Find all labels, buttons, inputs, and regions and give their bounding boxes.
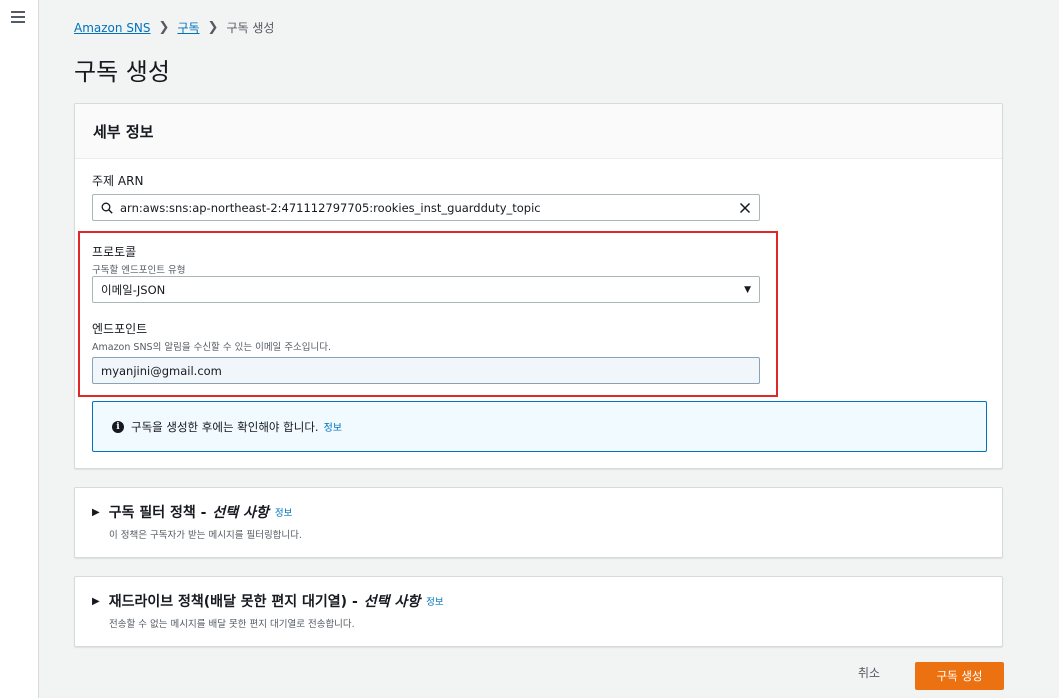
hamburger-menu-icon[interactable] xyxy=(11,11,25,23)
breadcrumb: Amazon SNS ❯ 구독 ❯ 구독 생성 xyxy=(74,19,274,36)
breadcrumb-current: 구독 생성 xyxy=(226,21,275,35)
endpoint-input[interactable]: myanjini@gmail.com xyxy=(92,357,760,384)
topic-arn-value: arn:aws:sns:ap-northeast-2:471112797705:… xyxy=(120,200,541,215)
caret-down-icon[interactable]: ▼ xyxy=(744,285,751,295)
redrive-policy-title: 재드라이브 정책(배달 못한 편지 대기열) - xyxy=(108,594,358,610)
breadcrumb-amazon-sns[interactable]: Amazon SNS xyxy=(74,21,151,35)
topic-arn-input[interactable]: arn:aws:sns:ap-northeast-2:471112797705:… xyxy=(92,194,760,221)
protocol-field: 프로토콜 구독할 엔드포인트 유형 xyxy=(92,243,185,276)
info-icon: i xyxy=(112,420,124,433)
protocol-label: 프로토콜 xyxy=(92,245,137,259)
create-subscription-button[interactable]: 구독 생성 xyxy=(915,662,1004,690)
info-message: 구독을 생성한 후에는 확인해야 합니다. xyxy=(131,419,319,434)
endpoint-description: Amazon SNS의 알림을 수신할 수 있는 이메일 주소입니다. xyxy=(92,342,332,353)
filter-policy-description: 이 정책은 구독자가 받는 메시지를 필터링합니다. xyxy=(109,530,302,541)
endpoint-label: 엔드포인트 xyxy=(92,322,148,336)
filter-policy-info-link[interactable]: 정보 xyxy=(275,505,292,519)
expand-triangle-icon[interactable]: ▶ xyxy=(92,507,100,518)
redrive-policy-description: 전송할 수 없는 메시지를 배달 못한 편지 대기열로 전송합니다. xyxy=(109,619,355,630)
topic-arn-field: 주제 ARN xyxy=(92,172,143,189)
breadcrumb-subscriptions[interactable]: 구독 xyxy=(177,19,199,36)
filter-policy-header[interactable]: ▶ 구독 필터 정책 - 선택 사항 정보 xyxy=(92,502,1002,522)
clear-icon[interactable] xyxy=(739,202,751,214)
redrive-policy-header[interactable]: ▶ 재드라이브 정책(배달 못한 편지 대기열) - 선택 사항 정보 xyxy=(92,591,1002,611)
info-link[interactable]: 정보 xyxy=(324,419,342,434)
details-panel: 세부 정보 주제 ARN arn:aws:sns:ap-northeast-2:… xyxy=(74,103,1003,469)
redrive-policy-panel[interactable]: ▶ 재드라이브 정책(배달 못한 편지 대기열) - 선택 사항 정보 전송할 … xyxy=(74,576,1003,647)
filter-policy-optional: 선택 사항 xyxy=(212,505,269,521)
page-title: 구독 생성 xyxy=(74,58,170,86)
endpoint-field: 엔드포인트 Amazon SNS의 알림을 수신할 수 있는 이메일 주소입니다… xyxy=(92,320,331,353)
filter-policy-title: 구독 필터 정책 - xyxy=(108,505,207,521)
endpoint-value: myanjini@gmail.com xyxy=(101,363,222,378)
search-icon xyxy=(101,202,113,214)
left-sidebar xyxy=(0,0,39,698)
details-heading: 세부 정보 xyxy=(93,122,154,141)
filter-policy-panel[interactable]: ▶ 구독 필터 정책 - 선택 사항 정보 이 정책은 구독자가 받는 메시지를… xyxy=(74,487,1003,558)
protocol-description: 구독할 엔드포인트 유형 xyxy=(92,265,186,276)
protocol-value: 이메일-JSON xyxy=(101,282,166,297)
chevron-right-icon: ❯ xyxy=(158,20,170,35)
details-header: 세부 정보 xyxy=(75,104,1002,159)
info-alert: i 구독을 생성한 후에는 확인해야 합니다. 정보 xyxy=(92,401,987,452)
redrive-policy-info-link[interactable]: 정보 xyxy=(426,594,443,608)
protocol-select[interactable]: 이메일-JSON ▼ xyxy=(92,276,760,303)
redrive-policy-optional: 선택 사항 xyxy=(363,594,421,610)
expand-triangle-icon[interactable]: ▶ xyxy=(92,596,100,607)
topic-arn-label: 주제 ARN xyxy=(92,174,144,188)
chevron-right-icon: ❯ xyxy=(207,20,219,35)
cancel-button[interactable]: 취소 xyxy=(858,664,880,681)
